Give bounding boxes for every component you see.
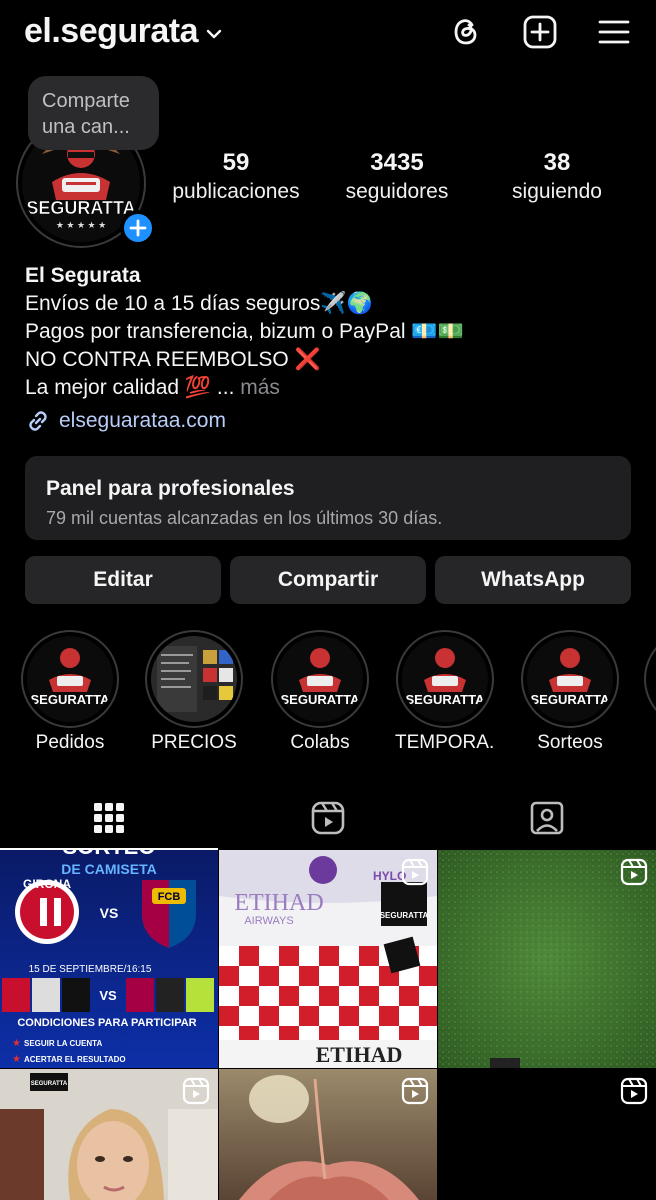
svg-text:SEGUIR LA CUENTA: SEGUIR LA CUENTA <box>24 1039 102 1048</box>
website-link[interactable]: elseguarataa.com <box>25 408 226 434</box>
bio-line-4: La mejor calidad 💯 ... <box>25 376 235 399</box>
highlight-colabs[interactable]: SEGURATTA Colabs <box>270 630 370 754</box>
segurata-logo: SEGURATTA <box>277 636 363 722</box>
reel-badge-icon <box>620 1077 648 1105</box>
note-bubble[interactable]: Comparte una can... <box>28 76 159 150</box>
plus-icon <box>129 219 147 237</box>
post-tile[interactable] <box>438 850 656 1068</box>
highlight-label: PRECIOS <box>151 732 237 753</box>
bio-line-3: NO CONTRA REEMBOLSO ❌ <box>25 348 321 371</box>
professional-dashboard[interactable]: Panel para profesionales 79 mil cuentas … <box>25 456 631 540</box>
svg-text:GIRONA: GIRONA <box>23 877 71 891</box>
followers-count: 3435 <box>370 149 424 176</box>
post-giveaway-image: SORTEO DE CAMISETA GIRONA VS FCB 15 DE S… <box>0 850 218 1068</box>
svg-text:SEGURATTA: SEGURATTA <box>26 198 135 218</box>
bio-line-2: Pagos por transferencia, bizum o PayPal … <box>25 320 464 343</box>
post-tile[interactable]: HYLO ETIHAD AIRWAYS ETIHAD SEGURATTA <box>219 850 437 1068</box>
highlight-precios[interactable]: PRECIOS <box>144 630 244 754</box>
create-post-icon[interactable] <box>520 12 560 52</box>
svg-text:★ ★ ★ ★ ★: ★ ★ ★ ★ ★ <box>56 220 106 230</box>
svg-text:SEGURATTA: SEGURATTA <box>531 692 611 707</box>
svg-text:AIRWAYS: AIRWAYS <box>244 915 293 927</box>
highlight-label: Colabs <box>290 732 350 753</box>
highlight-label: Pedidos <box>35 732 105 753</box>
svg-text:CONDICIONES PARA PARTICIPAR: CONDICIONES PARA PARTICIPAR <box>17 1017 196 1029</box>
svg-text:ETIHAD: ETIHAD <box>234 890 323 916</box>
svg-text:SEGURATTA: SEGURATTA <box>380 911 429 920</box>
bio-line-4-wrap: La mejor calidad 💯 ... más <box>25 374 635 402</box>
posts-count: 59 <box>222 149 250 176</box>
svg-text:ETIHAD: ETIHAD <box>316 1042 403 1067</box>
svg-text:VS: VS <box>100 905 119 921</box>
highlight-pedidos[interactable]: SEGURATTA Pedidos <box>20 630 120 754</box>
bio-line-1: Envíos de 10 a 15 días seguros✈️🌍 <box>25 292 373 315</box>
svg-text:SORTEO: SORTEO <box>63 850 156 859</box>
svg-text:SEGURATTA: SEGURATTA <box>31 1081 68 1087</box>
reels-icon <box>311 801 345 835</box>
stat-followers[interactable]: 3435 seguidores <box>330 148 464 206</box>
threads-icon[interactable] <box>446 12 486 52</box>
profile-tabs <box>0 786 656 850</box>
following-label: siguiendo <box>512 180 602 203</box>
menu-icon[interactable] <box>594 12 634 52</box>
tab-grid[interactable] <box>0 786 218 850</box>
svg-text:VS: VS <box>99 988 117 1003</box>
top-bar: el.segurata <box>0 0 656 70</box>
followers-label: seguidores <box>345 180 449 203</box>
svg-text:★: ★ <box>12 1054 21 1065</box>
following-count: 38 <box>543 149 571 176</box>
reel-badge-icon <box>401 1077 429 1105</box>
highlight-temporada[interactable]: SEGURATTA TEMPORA... <box>395 630 495 754</box>
reel-badge-icon <box>182 1077 210 1105</box>
reel-badge-icon <box>401 858 429 886</box>
svg-text:SEGURATTA: SEGURATTA <box>31 692 111 707</box>
edit-profile-button[interactable]: Editar <box>25 556 221 604</box>
reel-badge-icon <box>620 858 648 886</box>
grid-icon <box>94 803 124 833</box>
svg-text:DE CAMISETA: DE CAMISETA <box>61 861 156 877</box>
svg-text:ACERTAR EL RESULTADO: ACERTAR EL RESULTADO <box>24 1055 126 1064</box>
tab-tagged[interactable] <box>438 786 656 850</box>
tab-reels[interactable] <box>219 786 437 850</box>
stat-posts[interactable]: 59 publicaciones <box>166 148 306 206</box>
share-profile-button[interactable]: Compartir <box>230 556 426 604</box>
highlight-sorteos[interactable]: SEGURATTA Sorteos <box>520 630 620 754</box>
bio: El Segurata Envíos de 10 a 15 días segur… <box>25 262 635 402</box>
whatsapp-button[interactable]: WhatsApp <box>435 556 631 604</box>
posts-label: publicaciones <box>172 180 300 203</box>
display-name: El Segurata <box>25 264 141 287</box>
website-url: elseguarataa.com <box>59 409 226 432</box>
stat-following[interactable]: 38 siguiendo <box>500 148 614 206</box>
segurata-logo: SEGURATTA <box>402 636 488 722</box>
svg-text:15 DE SEPTIEMBRE/16:15: 15 DE SEPTIEMBRE/16:15 <box>29 964 152 975</box>
svg-text:SEGURATTA: SEGURATTA <box>281 692 361 707</box>
bio-more-link[interactable]: más <box>240 376 280 399</box>
link-icon <box>29 411 47 431</box>
panel-title: Panel para profesionales <box>46 477 295 500</box>
tagged-icon <box>530 801 564 835</box>
post-tile[interactable]: SORTEO DE CAMISETA GIRONA VS FCB 15 DE S… <box>0 850 218 1068</box>
segurata-logo: SEGURATTA <box>527 636 613 722</box>
highlight-label: Sorteos <box>537 732 603 753</box>
highlight-label: TEMPORA... <box>395 732 495 753</box>
add-story-button[interactable] <box>120 210 156 246</box>
username: el.segurata <box>24 12 199 50</box>
highlight-partial[interactable] <box>644 630 656 728</box>
svg-text:SEGURATTA: SEGURATTA <box>406 692 486 707</box>
post-tile[interactable] <box>219 1069 437 1200</box>
account-switcher[interactable]: el.segurata <box>24 12 222 51</box>
note-text: Comparte una can... <box>42 90 130 138</box>
svg-text:★: ★ <box>12 1038 21 1049</box>
price-list-thumbnail <box>151 636 237 722</box>
chevron-down-icon <box>206 29 222 38</box>
post-tile[interactable]: SEGURATTA <box>0 1069 218 1200</box>
segurata-logo: SEGURATTA <box>27 636 113 722</box>
svg-text:FCB: FCB <box>158 891 181 903</box>
panel-subtitle: 79 mil cuentas alcanzadas en los últimos… <box>46 508 443 528</box>
post-tile[interactable] <box>438 1069 656 1200</box>
